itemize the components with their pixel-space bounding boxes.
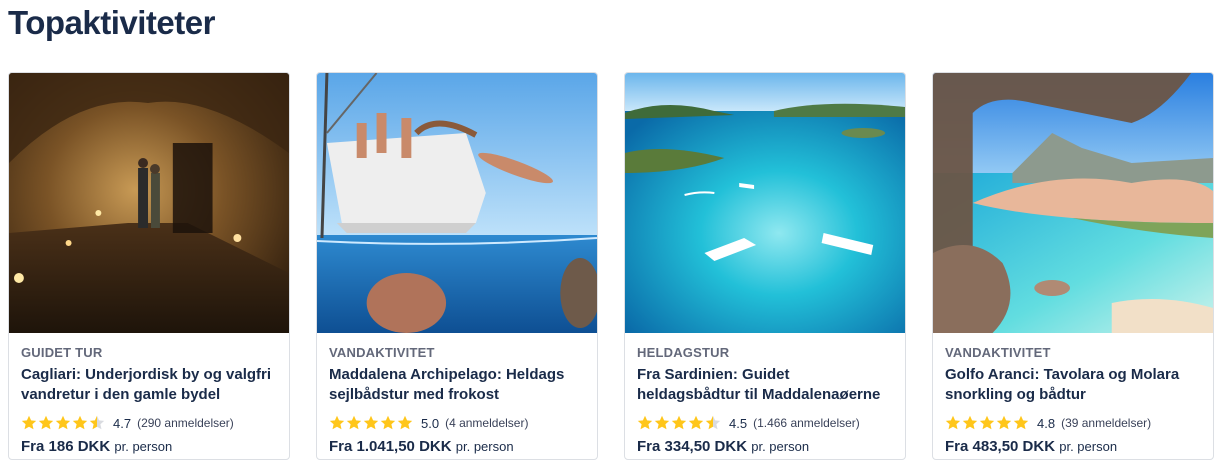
star-icon bbox=[55, 415, 71, 430]
star-icon bbox=[89, 415, 105, 430]
star-icon bbox=[962, 415, 978, 430]
activity-title[interactable]: Cagliari: Underjordisk by og valgfri van… bbox=[21, 365, 277, 405]
activity-card[interactable]: VANDAKTIVITET Maddalena Archipelago: Hel… bbox=[316, 72, 598, 460]
star-icon bbox=[979, 415, 995, 430]
activity-image[interactable] bbox=[317, 73, 597, 333]
star-rating bbox=[329, 415, 413, 431]
price-row: Fra 334,50 DKK pr. person bbox=[637, 438, 893, 455]
activity-image[interactable] bbox=[625, 73, 905, 333]
rating-row: 4.8 (39 anmeldelser) bbox=[945, 413, 1201, 433]
price-amount: Fra 334,50 DKK bbox=[637, 438, 748, 455]
section-title: Topaktiviteter bbox=[8, 4, 215, 41]
star-icon bbox=[688, 415, 704, 430]
rating-value: 5.0 bbox=[421, 415, 440, 431]
price-unit: pr. person bbox=[114, 439, 173, 454]
star-icon bbox=[346, 415, 362, 430]
star-icon bbox=[363, 415, 379, 430]
price-row: Fra 186 DKK pr. person bbox=[21, 438, 277, 455]
star-icon bbox=[705, 415, 721, 430]
price-unit: pr. person bbox=[455, 439, 514, 454]
activity-card[interactable]: HELDAGSTUR Fra Sardinien: Guidet heldags… bbox=[624, 72, 906, 460]
rating-value: 4.5 bbox=[729, 415, 748, 431]
activity-image[interactable] bbox=[9, 73, 289, 333]
star-icon bbox=[654, 415, 670, 430]
star-icon bbox=[21, 415, 37, 430]
star-rating bbox=[637, 415, 721, 431]
star-icon bbox=[996, 415, 1012, 430]
rating-value: 4.7 bbox=[113, 415, 132, 431]
star-icon bbox=[329, 415, 345, 430]
activity-title[interactable]: Fra Sardinien: Guidet heldagsbådtur til … bbox=[637, 365, 893, 405]
review-count: (4 anmeldelser) bbox=[445, 416, 529, 430]
star-icon bbox=[397, 415, 413, 430]
activity-title[interactable]: Maddalena Archipelago: Heldags sejlbådst… bbox=[329, 365, 585, 405]
review-count: (39 anmeldelser) bbox=[1061, 416, 1152, 430]
price-unit: pr. person bbox=[1059, 439, 1118, 454]
star-rating bbox=[21, 415, 105, 431]
review-count: (290 anmeldelser) bbox=[137, 416, 234, 430]
review-count: (1.466 anmeldelser) bbox=[753, 416, 860, 430]
star-icon bbox=[945, 415, 961, 430]
activity-card[interactable]: VANDAKTIVITET Golfo Aranci: Tavolara og … bbox=[932, 72, 1214, 460]
rating-value: 4.8 bbox=[1037, 415, 1056, 431]
star-icon bbox=[671, 415, 687, 430]
star-rating bbox=[945, 415, 1029, 431]
price-amount: Fra 186 DKK bbox=[21, 438, 111, 455]
activity-category: VANDAKTIVITET bbox=[945, 345, 1051, 360]
star-icon bbox=[1013, 415, 1029, 430]
rating-row: 5.0 (4 anmeldelser) bbox=[329, 413, 585, 433]
rating-row: 4.5 (1.466 anmeldelser) bbox=[637, 413, 893, 433]
activity-card[interactable]: GUIDET TUR Cagliari: Underjordisk by og … bbox=[8, 72, 290, 460]
activity-category: VANDAKTIVITET bbox=[329, 345, 435, 360]
star-icon bbox=[637, 415, 653, 430]
price-row: Fra 1.041,50 DKK pr. person bbox=[329, 438, 585, 455]
price-amount: Fra 483,50 DKK bbox=[945, 438, 1056, 455]
rating-row: 4.7 (290 anmeldelser) bbox=[21, 413, 277, 433]
activity-category: GUIDET TUR bbox=[21, 345, 103, 360]
star-icon bbox=[380, 415, 396, 430]
activity-category: HELDAGSTUR bbox=[637, 345, 730, 360]
star-icon bbox=[72, 415, 88, 430]
activity-cards: GUIDET TUR Cagliari: Underjordisk by og … bbox=[8, 72, 1214, 460]
activity-title[interactable]: Golfo Aranci: Tavolara og Molara snorkli… bbox=[945, 365, 1201, 405]
activity-image[interactable] bbox=[933, 73, 1213, 333]
price-amount: Fra 1.041,50 DKK bbox=[329, 438, 452, 455]
star-icon bbox=[38, 415, 54, 430]
price-row: Fra 483,50 DKK pr. person bbox=[945, 438, 1201, 455]
price-unit: pr. person bbox=[751, 439, 810, 454]
